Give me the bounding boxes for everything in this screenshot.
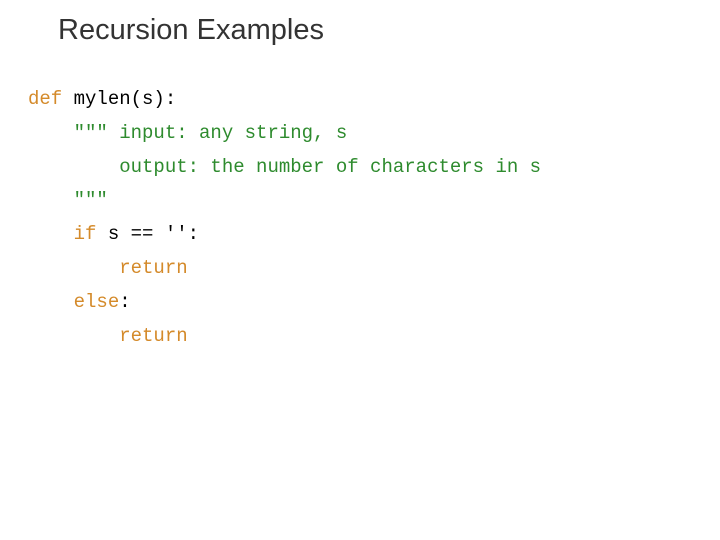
indent: [28, 325, 119, 347]
code-line-1: def mylen(s):: [28, 83, 720, 117]
code-line-8: return: [28, 320, 720, 354]
indent: [28, 257, 119, 279]
code-line-6: return: [28, 252, 720, 286]
docstring: """ input: any string, s: [28, 122, 347, 144]
code-line-2: """ input: any string, s: [28, 117, 720, 151]
code-text: s == '':: [96, 223, 199, 245]
code-line-5: if s == '':: [28, 218, 720, 252]
code-text: :: [119, 291, 130, 313]
code-line-3: output: the number of characters in s: [28, 151, 720, 185]
indent: [28, 223, 74, 245]
code-block: def mylen(s): """ input: any string, s o…: [0, 47, 720, 354]
indent: [28, 291, 74, 313]
keyword-if: if: [74, 223, 97, 245]
code-line-4: """: [28, 184, 720, 218]
code-text: mylen(s):: [62, 88, 176, 110]
keyword-def: def: [28, 88, 62, 110]
docstring: output: the number of characters in s: [28, 156, 541, 178]
keyword-return: return: [119, 325, 187, 347]
slide-title: Recursion Examples: [0, 0, 720, 47]
keyword-else: else: [74, 291, 120, 313]
code-line-7: else:: [28, 286, 720, 320]
keyword-return: return: [119, 257, 187, 279]
docstring: """: [28, 189, 108, 211]
